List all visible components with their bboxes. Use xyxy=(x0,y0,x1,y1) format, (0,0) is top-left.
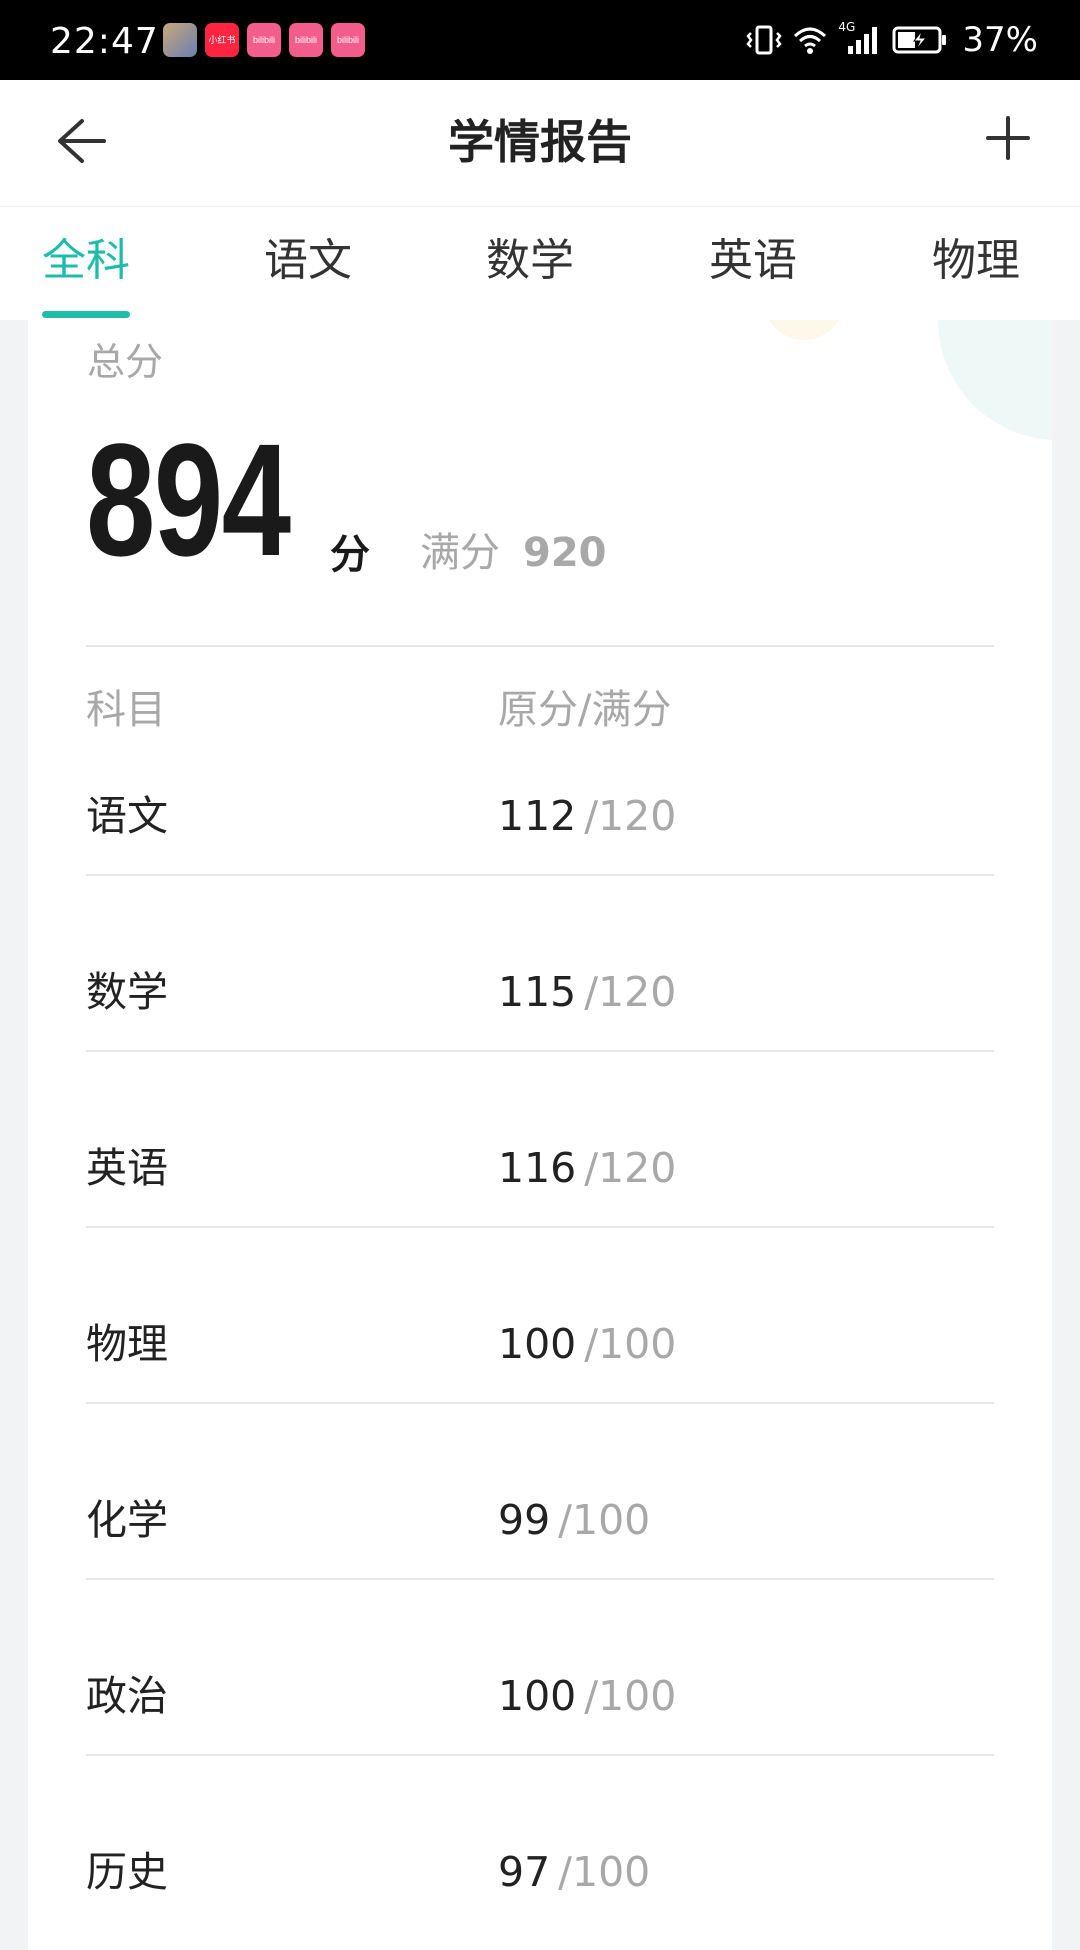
row-full-score: /120 xyxy=(584,792,677,840)
score-row-chinese[interactable]: 语文 112/120 xyxy=(28,786,1052,962)
row-score: 100/100 xyxy=(498,1666,676,1726)
bilibili-icon: bilibili xyxy=(331,23,365,57)
row-raw-score: 100 xyxy=(498,1320,577,1368)
score-row-physics[interactable]: 物理 100/100 xyxy=(28,1314,1052,1490)
full-mark-label: 满分 xyxy=(420,530,500,576)
add-button[interactable] xyxy=(972,104,1044,176)
divider xyxy=(86,1578,994,1580)
row-raw-score: 99 xyxy=(498,1496,551,1544)
row-raw-score: 97 xyxy=(498,1848,551,1896)
total-score-unit: 分 xyxy=(330,532,370,578)
row-full-score: /100 xyxy=(584,1320,677,1368)
game-avatar-icon xyxy=(163,23,197,57)
row-score: 100/100 xyxy=(498,1314,676,1374)
total-score-label: 总分 xyxy=(87,340,164,384)
subject-tabs: 全科 语文 数学 英语 物理 xyxy=(0,207,1080,320)
row-subject-name: 政治 xyxy=(86,1672,168,1720)
row-full-score: /100 xyxy=(558,1496,651,1544)
row-subject-name: 历史 xyxy=(86,1848,168,1896)
active-tab-indicator xyxy=(42,311,130,318)
decorative-circle xyxy=(764,320,844,340)
row-score: 112/120 xyxy=(498,786,676,846)
divider xyxy=(86,645,994,647)
row-full-score: /120 xyxy=(584,1144,677,1192)
row-subject-name: 英语 xyxy=(86,1144,168,1192)
score-row-history[interactable]: 历史 97/100 xyxy=(28,1842,1052,1942)
row-score: 116/120 xyxy=(498,1138,676,1198)
signal-icon: 4G xyxy=(838,20,882,56)
total-score-value: 894 xyxy=(86,410,291,589)
row-raw-score: 100 xyxy=(498,1672,577,1720)
score-row-english[interactable]: 英语 116/120 xyxy=(28,1138,1052,1314)
xiaohongshu-icon: 小红书 xyxy=(205,23,239,57)
tab-english[interactable]: 英语 xyxy=(709,231,797,291)
divider xyxy=(86,1050,994,1052)
row-raw-score: 115 xyxy=(498,968,577,1016)
battery-icon xyxy=(892,25,948,55)
decorative-circle xyxy=(938,320,1052,440)
divider xyxy=(86,1402,994,1404)
score-row-chemistry[interactable]: 化学 99/100 xyxy=(28,1490,1052,1666)
full-mark-value: 920 xyxy=(523,530,607,576)
row-subject-name: 数学 xyxy=(86,968,168,1016)
row-raw-score: 116 xyxy=(498,1144,577,1192)
status-bar: 22:47 小红书 bilibili bilibili bilibili 4G … xyxy=(0,0,1080,80)
tab-all-subjects[interactable]: 全科 xyxy=(42,231,130,291)
divider xyxy=(86,1226,994,1228)
row-subject-name: 化学 xyxy=(86,1496,168,1544)
row-subject-name: 物理 xyxy=(86,1320,168,1368)
vibrate-icon xyxy=(746,24,783,56)
bilibili-icon: bilibili xyxy=(289,23,323,57)
score-row-politics[interactable]: 政治 100/100 xyxy=(28,1666,1052,1842)
row-score: 97/100 xyxy=(498,1842,650,1902)
tab-math[interactable]: 数学 xyxy=(486,231,574,291)
status-right-icons: 4G 37% xyxy=(746,18,1038,62)
table-header-score: 原分/满分 xyxy=(498,687,672,733)
row-score: 115/120 xyxy=(498,962,676,1022)
report-card: 总分 894 分 满分 920 科目 原分/满分 语文 112/120 数学 1… xyxy=(28,320,1052,1950)
battery-percent: 37% xyxy=(962,20,1038,60)
notification-icons: 小红书 bilibili bilibili bilibili xyxy=(163,23,365,57)
table-header-subject: 科目 xyxy=(86,687,166,733)
row-subject-name: 语文 xyxy=(86,792,168,840)
row-full-score: /100 xyxy=(558,1848,651,1896)
score-row-math[interactable]: 数学 115/120 xyxy=(28,962,1052,1138)
network-type-label: 4G xyxy=(838,20,856,34)
bilibili-icon: bilibili xyxy=(247,23,281,57)
tab-physics[interactable]: 物理 xyxy=(932,231,1020,291)
row-raw-score: 112 xyxy=(498,792,577,840)
row-score: 99/100 xyxy=(498,1490,650,1550)
page-title: 学情报告 xyxy=(448,115,632,169)
row-full-score: /100 xyxy=(584,1672,677,1720)
divider xyxy=(86,1754,994,1756)
divider xyxy=(86,874,994,876)
wifi-icon xyxy=(792,24,828,56)
tab-chinese[interactable]: 语文 xyxy=(264,231,352,291)
plus-icon xyxy=(984,114,1032,166)
app-header: 学情报告 xyxy=(0,80,1080,207)
row-full-score: /120 xyxy=(584,968,677,1016)
status-time: 22:47 xyxy=(50,21,159,62)
